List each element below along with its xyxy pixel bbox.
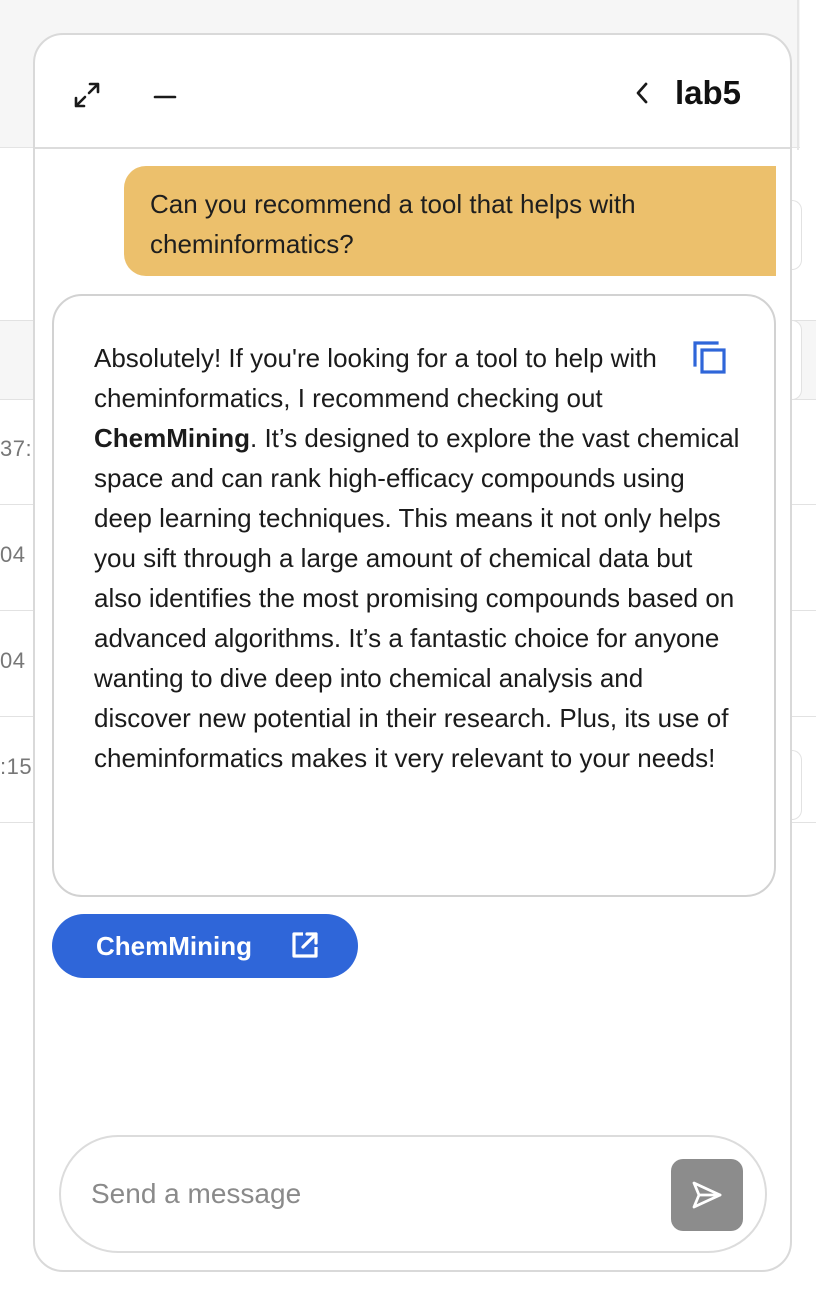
expand-button[interactable] [67, 75, 107, 115]
external-link-icon [292, 932, 318, 958]
minimize-icon [153, 95, 177, 99]
bot-message-part: . It’s designed to explore the vast chem… [94, 423, 740, 773]
message-input[interactable] [91, 1167, 651, 1221]
user-message-bubble: Can you recommend a tool that helps with… [124, 166, 776, 276]
bot-message-bubble: Absolutely! If you're looking for a tool… [52, 294, 776, 897]
copy-button[interactable] [692, 340, 728, 376]
bot-message-tool-name: ChemMining [94, 423, 250, 453]
send-icon [692, 1181, 722, 1209]
chat-widget: lab5 Can you recommend a tool that helps… [33, 33, 792, 1272]
chat-title: lab5 [675, 74, 742, 111]
bot-message-text: Absolutely! If you're looking for a tool… [94, 338, 744, 778]
message-composer [59, 1135, 767, 1253]
back-button[interactable] [627, 75, 657, 111]
send-button[interactable] [671, 1159, 743, 1231]
minimize-button[interactable] [145, 75, 185, 115]
expand-icon [74, 82, 100, 108]
copy-icon [693, 341, 726, 374]
bot-message-part: Absolutely! If you're looking for a tool… [94, 343, 657, 413]
chat-header: lab5 [35, 35, 790, 149]
link-chip-label: ChemMining [96, 930, 252, 961]
background-divider [797, 0, 799, 150]
chemmining-link-button[interactable]: ChemMining [52, 914, 358, 978]
chevron-left-icon [636, 82, 648, 104]
